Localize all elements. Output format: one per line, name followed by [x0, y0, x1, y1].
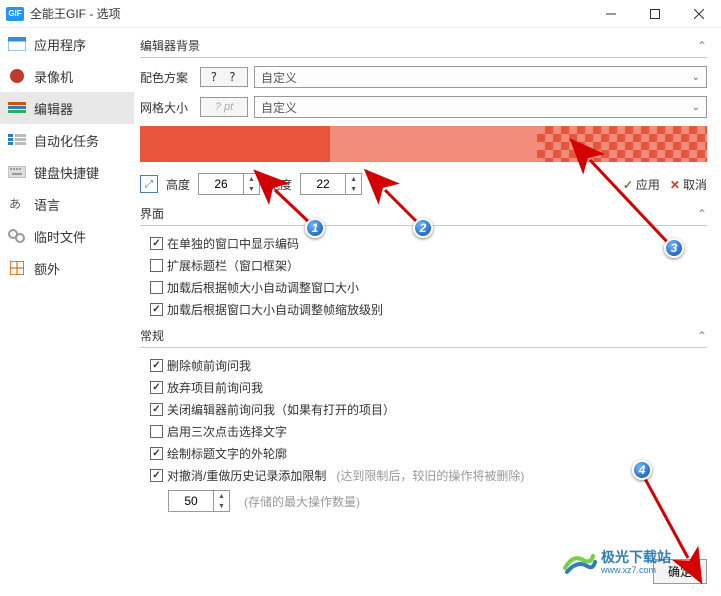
watermark-logo-icon	[561, 550, 597, 576]
app-icon: GIF	[6, 7, 24, 21]
chevron-down-icon: ⌄	[692, 72, 700, 83]
color-scheme-label: 配色方案	[140, 69, 200, 86]
sidebar-item-label: 录像机	[34, 67, 73, 86]
grid-pt-box[interactable]: ? pt	[200, 97, 248, 117]
annotation-badge-4: 4	[632, 460, 652, 480]
sidebar-item-label: 应用程序	[34, 35, 86, 54]
sidebar-item-shortcuts[interactable]: 键盘快捷键	[0, 156, 134, 188]
chevron-up-icon: ⌃	[697, 39, 707, 53]
limit-hint: (存储的最大操作数量)	[244, 493, 360, 510]
color-preview-bar	[140, 126, 707, 162]
sidebar-item-label: 编辑器	[34, 99, 73, 118]
apply-button[interactable]: 应用	[623, 176, 660, 193]
record-icon	[8, 69, 26, 83]
checkbox-hint: (达到限制后，较旧的操作将被删除)	[336, 467, 524, 484]
checkbox[interactable]	[150, 425, 163, 438]
close-button[interactable]	[677, 0, 721, 28]
width-input[interactable]	[301, 174, 345, 194]
sidebar-item-recorder[interactable]: 录像机	[0, 60, 134, 92]
checkbox[interactable]	[150, 237, 163, 250]
tasks-icon	[8, 133, 26, 147]
chevron-down-icon: ⌄	[692, 102, 700, 113]
sidebar-item-label: 额外	[34, 259, 60, 278]
section-title: 常规	[140, 327, 697, 344]
height-label: 高度	[166, 176, 190, 193]
section-editor-bg[interactable]: 编辑器背景 ⌃	[140, 34, 707, 58]
width-label: 宽度	[268, 176, 292, 193]
extra-icon	[8, 261, 26, 275]
content-panel: 编辑器背景 ⌃ 配色方案 ? ? 自定义 ⌄ 网格大小 ? pt 自定义 ⌄	[134, 28, 721, 596]
svg-text:あ: あ	[9, 197, 21, 211]
height-spinner[interactable]: ▲▼	[198, 173, 260, 195]
checkbox-label: 删除帧前询问我	[167, 357, 251, 374]
chevron-up-icon: ⌃	[697, 207, 707, 221]
width-spinner[interactable]: ▲▼	[300, 173, 362, 195]
editor-icon	[8, 101, 26, 115]
keyboard-icon	[8, 165, 26, 179]
window-title: 全能王GIF - 选项	[30, 5, 589, 22]
sidebar-item-label: 语言	[34, 195, 60, 214]
minimize-button[interactable]	[589, 0, 633, 28]
combo-value: 自定义	[261, 69, 297, 86]
checkbox-label: 扩展标题栏（窗口框架）	[167, 257, 299, 274]
watermark: 极光下载站 www.xz7.com	[561, 550, 671, 576]
language-icon: あ	[8, 197, 26, 211]
checkbox-label: 对撤消/重做历史记录添加限制	[167, 467, 326, 484]
annotation-badge-2: 2	[413, 218, 433, 238]
annotation-badge-1: 1	[305, 218, 325, 238]
sidebar-item-label: 临时文件	[34, 227, 86, 246]
checkbox-label: 绘制标题文字的外轮廓	[167, 445, 287, 462]
preview-solid-1	[140, 126, 330, 162]
titlebar: GIF 全能王GIF - 选项	[0, 0, 721, 28]
grid-size-label: 网格大小	[140, 99, 200, 116]
section-general[interactable]: 常规 ⌃	[140, 324, 707, 348]
sidebar-item-tasks[interactable]: 自动化任务	[0, 124, 134, 156]
sidebar-item-language[interactable]: あ 语言	[0, 188, 134, 220]
cancel-button[interactable]: 取消	[670, 176, 707, 193]
spinner-arrows[interactable]: ▲▼	[213, 491, 229, 511]
checkbox-label: 在单独的窗口中显示编码	[167, 235, 299, 252]
spinner-arrows[interactable]: ▲▼	[243, 174, 259, 194]
checkbox-label: 放弃项目前询问我	[167, 379, 263, 396]
combo-value: 自定义	[261, 99, 297, 116]
color-swatch-box[interactable]: ? ?	[200, 67, 248, 87]
checkbox-label: 加载后根据帧大小自动调整窗口大小	[167, 279, 359, 296]
grid-size-combo[interactable]: 自定义 ⌄	[254, 96, 707, 118]
window-icon	[8, 37, 26, 51]
sidebar-item-label: 自动化任务	[34, 131, 99, 150]
temp-files-icon	[8, 229, 26, 243]
checkbox[interactable]	[150, 303, 163, 316]
sidebar-item-extra[interactable]: 额外	[0, 252, 134, 284]
maximize-button[interactable]	[633, 0, 677, 28]
sidebar-item-app[interactable]: 应用程序	[0, 28, 134, 60]
watermark-url: www.xz7.com	[601, 566, 671, 576]
checkbox[interactable]	[150, 359, 163, 372]
sidebar-item-temp[interactable]: 临时文件	[0, 220, 134, 252]
checkbox[interactable]	[150, 469, 163, 482]
checkbox[interactable]	[150, 447, 163, 460]
sidebar-item-label: 键盘快捷键	[34, 163, 99, 182]
annotation-badge-3: 3	[664, 238, 684, 258]
spinner-arrows[interactable]: ▲▼	[345, 174, 361, 194]
chevron-up-icon: ⌃	[697, 329, 707, 343]
checkbox-label: 关闭编辑器前询问我（如果有打开的项目）	[167, 401, 395, 418]
color-scheme-combo[interactable]: 自定义 ⌄	[254, 66, 707, 88]
checkbox[interactable]	[150, 403, 163, 416]
checkbox-label: 加载后根据窗口大小自动调整帧缩放级别	[167, 301, 383, 318]
checkbox[interactable]	[150, 259, 163, 272]
section-title: 编辑器背景	[140, 37, 697, 54]
watermark-text: 极光下载站	[601, 550, 671, 565]
preview-solid-2	[330, 126, 537, 162]
limit-spinner[interactable]: ▲▼	[168, 490, 230, 512]
limit-input[interactable]	[169, 491, 213, 511]
preview-checker	[537, 126, 707, 162]
sidebar: 应用程序 录像机 编辑器 自动化任务 键盘快捷键 あ 语言 临时文件 额外	[0, 28, 134, 596]
checkbox[interactable]	[150, 281, 163, 294]
checkbox[interactable]	[150, 381, 163, 394]
height-input[interactable]	[199, 174, 243, 194]
dimensions-icon: ⤢	[140, 175, 158, 193]
checkbox-label: 启用三次点击选择文字	[167, 423, 287, 440]
sidebar-item-editor[interactable]: 编辑器	[0, 92, 134, 124]
